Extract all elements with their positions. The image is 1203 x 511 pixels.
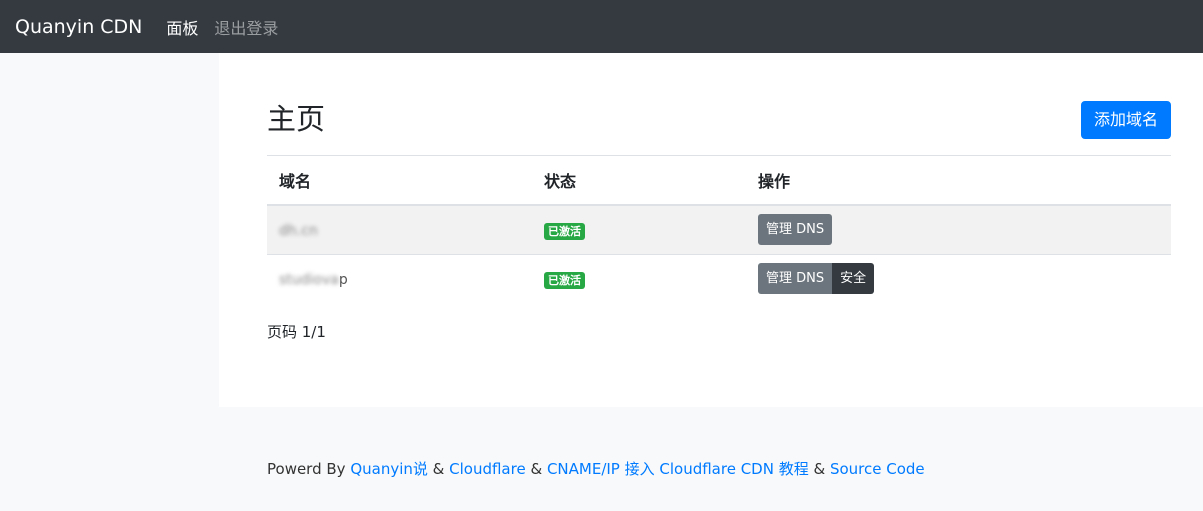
footer-separator: & <box>808 460 830 478</box>
status-cell: 已激活 <box>532 253 746 303</box>
status-badge: 已激活 <box>544 222 585 240</box>
manage-dns-button[interactable]: 管理 DNS <box>758 263 833 295</box>
table-header-row: 域名 状态 操作 <box>267 156 1171 206</box>
add-domain-button[interactable]: 添加域名 <box>1080 101 1171 139</box>
main-panel: 主页 添加域名 域名 状态 操作 dh.cn 已激活 管理 DNS studio… <box>219 53 1203 407</box>
footer-link-source-code[interactable]: Source Code <box>830 460 925 478</box>
actions-cell: 管理 DNS 安全 <box>746 253 1171 303</box>
actions-cell: 管理 DNS <box>746 204 1171 254</box>
page-indicator: 页码 1/1 <box>267 323 326 341</box>
header-domain: 域名 <box>267 156 532 206</box>
nav-logout-link[interactable]: 退出登录 <box>214 15 278 39</box>
header-status: 状态 <box>532 156 746 206</box>
footer-separator: & <box>427 460 450 478</box>
footer-link-tutorial[interactable]: CNAME/IP 接入 Cloudflare CDN 教程 <box>547 460 809 478</box>
security-button[interactable]: 安全 <box>832 263 875 295</box>
footer-link-quanyin[interactable]: Quanyin说 <box>350 460 428 478</box>
nav-dashboard-link[interactable]: 面板 <box>166 15 198 39</box>
domain-cell: studiovap <box>267 253 532 303</box>
table-row: dh.cn 已激活 管理 DNS <box>267 204 1171 254</box>
footer-prefix: Powerd By <box>267 460 351 478</box>
footer-link-cloudflare[interactable]: Cloudflare <box>449 460 526 478</box>
action-button-group: 管理 DNS 安全 <box>758 263 875 295</box>
brand-link[interactable]: Quanyin CDN <box>15 16 142 38</box>
header-actions: 操作 <box>746 156 1171 206</box>
status-badge: 已激活 <box>544 271 585 289</box>
domain-cell: dh.cn <box>267 204 532 254</box>
domains-table: 域名 状态 操作 dh.cn 已激活 管理 DNS studiovap 已激活 … <box>267 156 1171 303</box>
manage-dns-button[interactable]: 管理 DNS <box>758 214 833 246</box>
sidebar <box>0 53 219 407</box>
footer-separator: & <box>525 460 547 478</box>
footer: Powerd By Quanyin说 & Cloudflare & CNAME/… <box>267 458 925 479</box>
domain-name-tail: p <box>338 272 348 289</box>
top-navbar: Quanyin CDN 面板 退出登录 <box>0 0 1203 53</box>
domain-name: dh.cn <box>279 223 318 240</box>
page-title: 主页 <box>267 102 326 136</box>
status-cell: 已激活 <box>532 204 746 254</box>
table-row: studiovap 已激活 管理 DNS 安全 <box>267 253 1171 303</box>
domain-name: studiova <box>279 272 339 289</box>
page-header: 主页 添加域名 <box>267 101 1171 156</box>
